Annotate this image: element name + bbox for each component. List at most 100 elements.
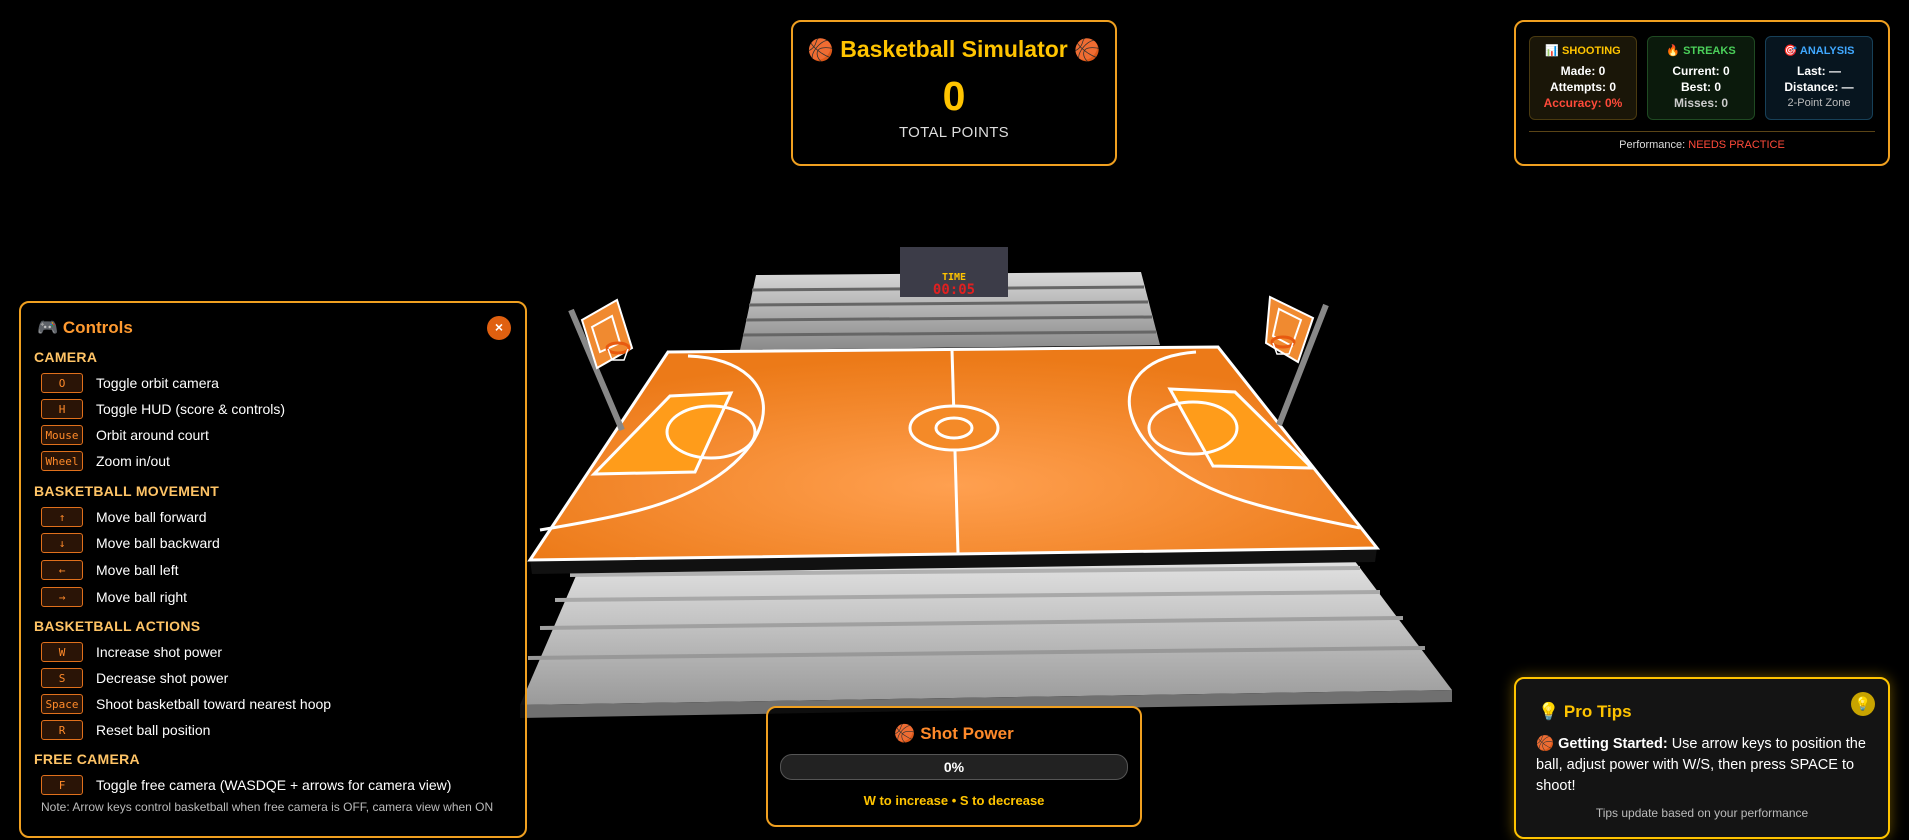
shot-power-header: 🏀 Shot Power bbox=[768, 724, 1140, 744]
analysis-header: 🎯 ANALYSIS bbox=[1766, 44, 1872, 57]
game-clock: TIME 00:05 bbox=[900, 247, 1008, 298]
control-desc: Orbit around court bbox=[96, 427, 209, 443]
close-controls-button[interactable]: × bbox=[487, 316, 511, 340]
control-row: S Decrease shot power bbox=[41, 667, 228, 689]
performance-value: NEEDS PRACTICE bbox=[1688, 139, 1785, 151]
lightbulb-icon: 💡 bbox=[1538, 702, 1560, 721]
attempts-count: Attempts: 0 bbox=[1549, 80, 1616, 94]
pro-tips-title: Pro Tips bbox=[1563, 702, 1632, 721]
right-hoop bbox=[1264, 295, 1329, 427]
basketball-icon: 🏀 bbox=[807, 39, 834, 62]
controls-header: 🎮 Controls bbox=[37, 318, 133, 338]
scoreboard-panel: 🏀 Basketball Simulator 🏀 0 TOTAL POINTS bbox=[791, 20, 1117, 166]
tip-content: 🏀 Getting Started: Use arrow keys to pos… bbox=[1536, 734, 1870, 797]
control-desc: Toggle free camera (WASDQE + arrows for … bbox=[96, 777, 452, 793]
controls-panel: 🎮 Controls × CAMERA O Toggle orbit camera… bbox=[19, 301, 527, 838]
control-row: Mouse Orbit around court bbox=[41, 424, 209, 446]
key-wheel: Wheel bbox=[41, 451, 83, 471]
basketball-icon: 🏀 bbox=[894, 724, 916, 743]
key-o: O bbox=[41, 373, 83, 393]
best-streak: Best: 0 bbox=[1680, 80, 1721, 94]
streaks-title: STREAKS bbox=[1683, 45, 1736, 57]
game-title-text: Basketball Simulator bbox=[840, 36, 1068, 62]
analysis-title: ANALYSIS bbox=[1799, 45, 1855, 57]
pro-tips-panel: 💡 Pro Tips 💡 🏀 Getting Started: Use arro… bbox=[1514, 677, 1890, 839]
current-streak: Current: 0 bbox=[1672, 64, 1730, 78]
control-desc: Shoot basketball toward nearest hoop bbox=[96, 696, 332, 712]
pro-tips-header: 💡 Pro Tips bbox=[1538, 702, 1632, 722]
key-arrow-right: → bbox=[41, 587, 83, 607]
total-points-label: TOTAL POINTS bbox=[898, 124, 1009, 141]
control-desc: Move ball forward bbox=[96, 509, 207, 525]
control-desc: Reset ball position bbox=[96, 722, 211, 738]
stats-panel: 📊 SHOOTING Made: 0 Attempts: 0 Accuracy:… bbox=[1514, 20, 1890, 166]
section-free-camera: FREE CAMERA bbox=[34, 751, 140, 767]
shot-power-hint: W to increase • S to decrease bbox=[863, 793, 1045, 808]
control-row: Space Shoot basketball toward nearest hoo… bbox=[41, 693, 331, 715]
left-hoop bbox=[568, 298, 634, 432]
control-row: O Toggle orbit camera bbox=[41, 372, 219, 394]
key-s: S bbox=[41, 668, 83, 688]
key-h: H bbox=[41, 399, 83, 419]
control-row: F Toggle free camera (WASDQE + arrows for… bbox=[41, 774, 451, 796]
control-desc: Move ball backward bbox=[96, 535, 220, 551]
control-row: → Move ball right bbox=[41, 586, 187, 608]
control-desc: Move ball left bbox=[96, 562, 179, 578]
control-desc: Decrease shot power bbox=[96, 670, 229, 686]
control-row: Wheel Zoom in/out bbox=[41, 450, 170, 472]
control-row: ↓ Move ball backward bbox=[41, 532, 220, 554]
control-row: R Reset ball position bbox=[41, 719, 210, 741]
streaks-header: 🔥 STREAKS bbox=[1648, 44, 1754, 57]
basketball-icon: 🏀 bbox=[1074, 39, 1101, 62]
control-desc: Toggle orbit camera bbox=[96, 375, 219, 391]
shooting-header: 📊 SHOOTING bbox=[1530, 44, 1636, 57]
key-r: R bbox=[41, 720, 83, 740]
tip-heading: Getting Started: bbox=[1558, 736, 1668, 752]
key-arrow-down: ↓ bbox=[41, 533, 83, 553]
key-w: W bbox=[41, 642, 83, 662]
lightbulb-toggle-icon[interactable]: 💡 bbox=[1851, 692, 1875, 716]
key-f: F bbox=[41, 775, 83, 795]
section-actions: BASKETBALL ACTIONS bbox=[34, 618, 201, 634]
clock-value: 00:05 bbox=[933, 282, 975, 298]
chart-icon: 📊 bbox=[1545, 45, 1559, 57]
control-row: H Toggle HUD (score & controls) bbox=[41, 398, 285, 420]
control-row: W Increase shot power bbox=[41, 641, 222, 663]
control-row: ← Move ball left bbox=[41, 559, 178, 581]
control-desc: Move ball right bbox=[96, 589, 188, 605]
analysis-stats: 🎯 ANALYSIS Last: — Distance: — 2-Point Z… bbox=[1765, 36, 1873, 120]
game-title: 🏀 Basketball Simulator 🏀 bbox=[793, 36, 1115, 63]
shot-power-panel: 🏀 Shot Power 0% W to increase • S to dec… bbox=[766, 706, 1142, 827]
section-camera: CAMERA bbox=[34, 349, 98, 365]
key-arrow-up: ↑ bbox=[41, 507, 83, 527]
shooting-stats: 📊 SHOOTING Made: 0 Attempts: 0 Accuracy:… bbox=[1529, 36, 1637, 120]
shot-zone: 2-Point Zone bbox=[1787, 97, 1851, 109]
key-arrow-left: ← bbox=[41, 560, 83, 580]
accuracy-value: Accuracy: 0% bbox=[1543, 96, 1623, 110]
near-bleachers bbox=[520, 548, 1452, 718]
center-circle bbox=[908, 404, 1000, 452]
total-points: 0 bbox=[942, 73, 966, 119]
tips-footer: Tips update based on your performance bbox=[1595, 806, 1809, 820]
fire-icon: 🔥 bbox=[1666, 45, 1681, 57]
gamepad-icon: 🎮 bbox=[37, 318, 59, 337]
basketball-court bbox=[527, 345, 1381, 574]
control-desc: Increase shot power bbox=[96, 644, 223, 660]
shooting-title: SHOOTING bbox=[1562, 45, 1621, 57]
performance-label: Performance: bbox=[1619, 139, 1686, 151]
section-movement: BASKETBALL MOVEMENT bbox=[34, 483, 220, 499]
control-desc: Toggle HUD (score & controls) bbox=[96, 401, 286, 417]
stats-divider bbox=[1529, 131, 1875, 132]
shot-power-meter: 0% bbox=[780, 754, 1128, 780]
shot-power-title: Shot Power bbox=[920, 724, 1014, 743]
made-count: Made: 0 bbox=[1560, 64, 1606, 78]
key-space: Space bbox=[41, 694, 83, 714]
control-row: ↑ Move ball forward bbox=[41, 506, 207, 528]
last-shot: Last: — bbox=[1796, 64, 1841, 78]
shot-distance: Distance: — bbox=[1784, 80, 1854, 94]
streak-stats: 🔥 STREAKS Current: 0 Best: 0 Misses: 0 bbox=[1647, 36, 1755, 120]
misses-count: Misses: 0 bbox=[1673, 96, 1729, 110]
controls-title: Controls bbox=[62, 318, 133, 337]
basketball-icon: 🏀 bbox=[1536, 736, 1555, 752]
performance-rating: Performance: NEEDS PRACTICE bbox=[1516, 139, 1888, 151]
